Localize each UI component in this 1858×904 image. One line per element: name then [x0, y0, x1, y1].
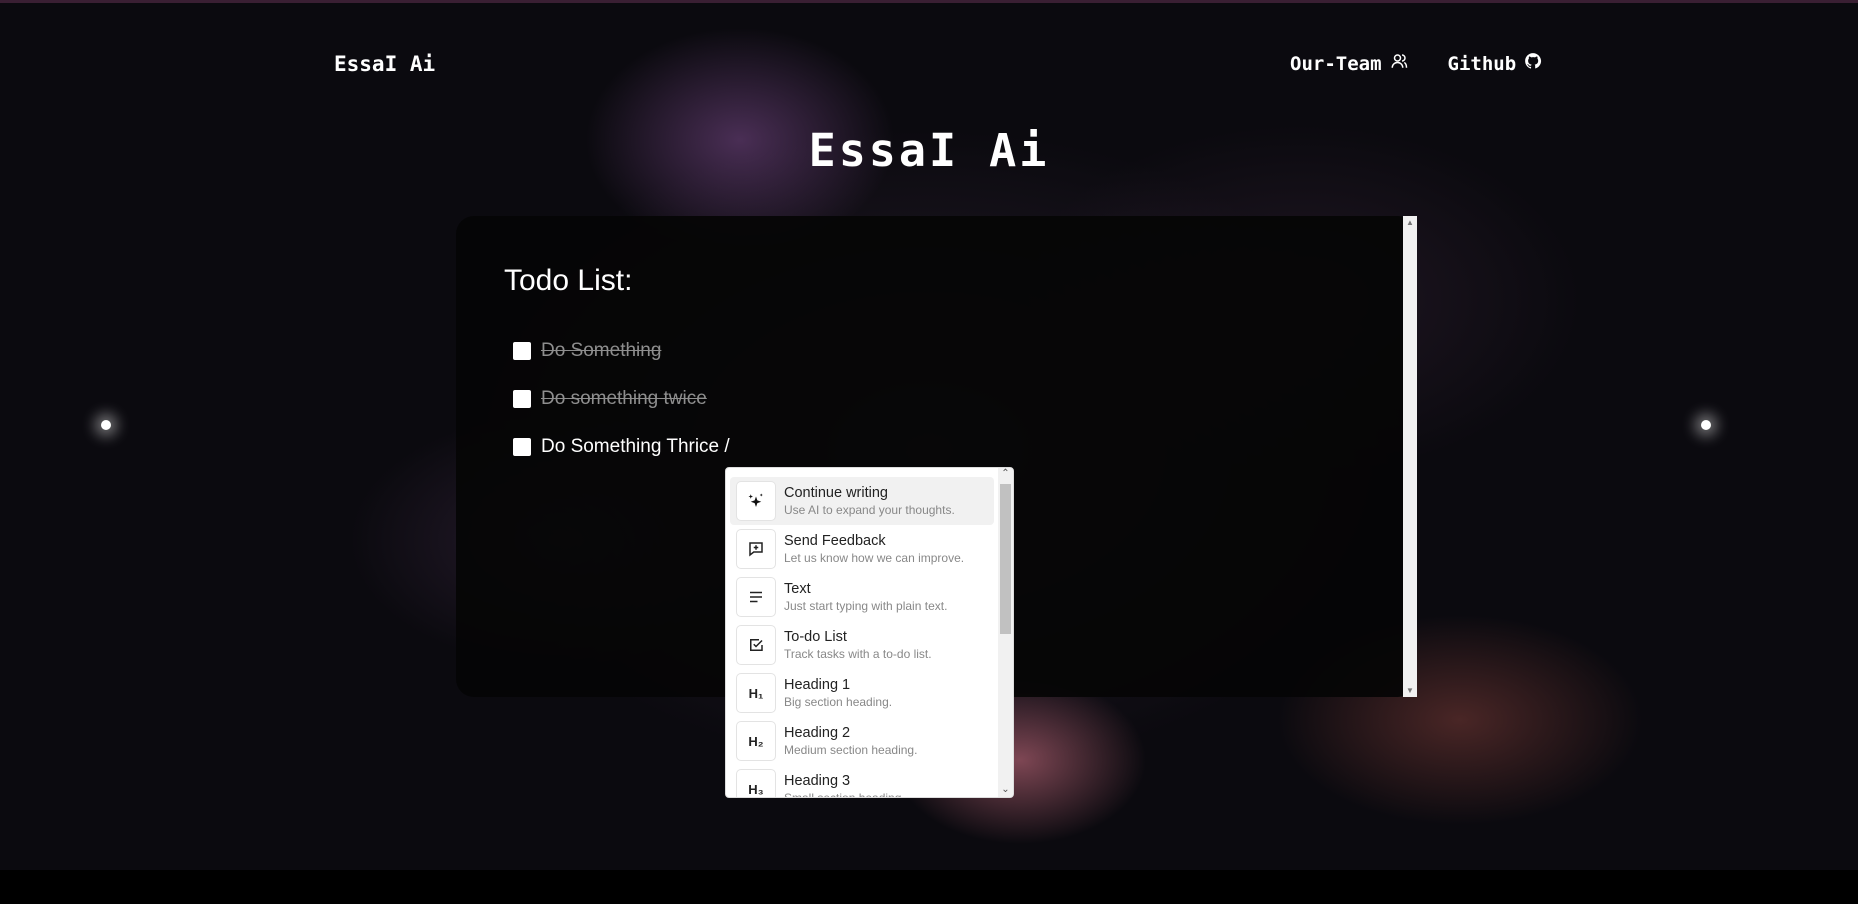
- menu-item-text[interactable]: Text Just start typing with plain text.: [730, 573, 994, 621]
- menu-item-send-feedback[interactable]: Send Feedback Let us know how we can imp…: [730, 525, 994, 573]
- todo-checkbox[interactable]: [513, 438, 531, 456]
- menu-item-description: Just start typing with plain text.: [784, 598, 948, 613]
- todo-text[interactable]: Do Something Thrice /: [541, 436, 730, 458]
- todo-checkbox[interactable]: [513, 342, 531, 360]
- nav-link-github-label: Github: [1447, 52, 1517, 75]
- nav-link-our-team[interactable]: Our-Team: [1290, 52, 1408, 75]
- menu-item-continue-writing[interactable]: Continue writing Use AI to expand your t…: [730, 477, 994, 525]
- text-icon: [736, 577, 776, 617]
- slash-menu-list: Continue writing Use AI to expand your t…: [730, 477, 994, 798]
- todo-item: Do Something: [513, 340, 661, 362]
- menu-item-description: Medium section heading.: [784, 742, 918, 757]
- menu-item-title: Text: [784, 580, 811, 597]
- menu-item-title: Heading 3: [784, 772, 851, 789]
- team-icon: [1390, 52, 1408, 75]
- heading2-icon: H₂: [736, 721, 776, 761]
- menu-item-heading-1[interactable]: H₁ Heading 1 Big section heading.: [730, 669, 994, 717]
- bottom-bar: [0, 870, 1858, 904]
- hero-title: EssaI Ai: [808, 124, 1050, 177]
- checkbox-icon: [736, 625, 776, 665]
- nav-link-github[interactable]: Github: [1448, 52, 1543, 75]
- menu-item-heading-3[interactable]: H₃ Heading 3 Small section heading.: [730, 765, 994, 798]
- menu-item-heading-2[interactable]: H₂ Heading 2 Medium section heading.: [730, 717, 994, 765]
- scroll-up-arrow-icon[interactable]: ▲: [1403, 218, 1417, 227]
- todo-text[interactable]: Do Something: [541, 340, 661, 362]
- todo-text[interactable]: Do something twice: [541, 388, 707, 410]
- star-right: [1701, 420, 1711, 430]
- menu-item-todo-list[interactable]: To-do List Track tasks with a to-do list…: [730, 621, 994, 669]
- scroll-down-arrow-icon[interactable]: ▼: [1403, 686, 1417, 695]
- todo-item: Do Something Thrice /: [513, 436, 730, 458]
- editor-scrollbar[interactable]: ▲ ▼: [1403, 216, 1417, 697]
- menu-item-title: Heading 2: [784, 724, 851, 741]
- heading1-icon: H₁: [736, 673, 776, 713]
- heading3-icon: H₃: [736, 769, 776, 797]
- top-border: [0, 0, 1858, 3]
- todo-heading: Todo List:: [504, 264, 633, 297]
- menu-item-description: Use AI to expand your thoughts.: [784, 502, 955, 517]
- menu-scrollbar[interactable]: ⌃ ⌄: [998, 468, 1013, 797]
- menu-item-description: Small section heading.: [784, 790, 905, 798]
- nav-links: Our-Team Github: [1290, 52, 1542, 75]
- sparkles-icon: [736, 481, 776, 521]
- star-left: [101, 420, 111, 430]
- menu-item-description: Let us know how we can improve.: [784, 550, 965, 565]
- feedback-icon: [736, 529, 776, 569]
- menu-scroll-up-icon[interactable]: ⌃: [998, 468, 1013, 479]
- todo-checkbox[interactable]: [513, 390, 531, 408]
- menu-item-description: Big section heading.: [784, 694, 893, 709]
- menu-item-title: Heading 1: [784, 676, 851, 693]
- github-icon: [1524, 52, 1542, 75]
- todo-item: Do something twice: [513, 388, 707, 410]
- menu-item-title: Continue writing: [784, 484, 888, 501]
- menu-scroll-thumb[interactable]: [1000, 484, 1011, 634]
- menu-item-title: Send Feedback: [784, 532, 886, 549]
- menu-item-description: Track tasks with a to-do list.: [784, 646, 932, 661]
- slash-command-menu[interactable]: Continue writing Use AI to expand your t…: [725, 467, 1014, 798]
- menu-scroll-down-icon[interactable]: ⌄: [998, 784, 1013, 795]
- menu-item-title: To-do List: [784, 628, 847, 645]
- nav-brand[interactable]: EssaI Ai: [334, 52, 435, 76]
- nav-link-our-team-label: Our-Team: [1290, 52, 1382, 75]
